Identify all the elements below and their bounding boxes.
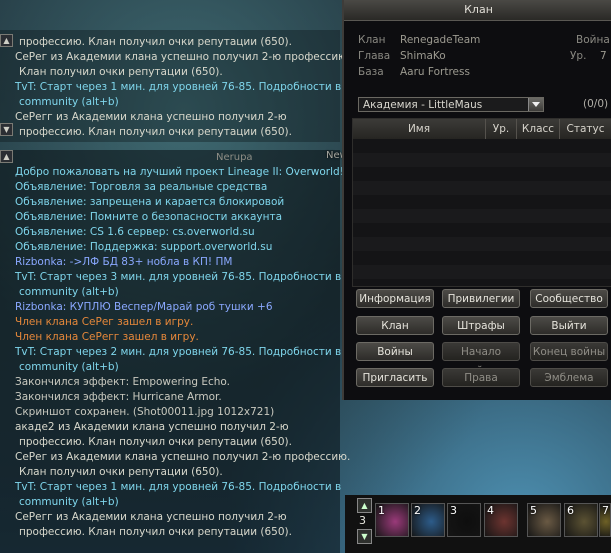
chat-line: СеРегг из Академии клана успешно получил…: [15, 511, 287, 523]
tan-skill-icon[interactable]: 5: [527, 503, 561, 537]
clan-unit-selected: Академия - LittleMaus: [363, 99, 483, 111]
chat-line: Объявление: Торговля за реальные средств…: [15, 181, 268, 193]
scroll-down-icon[interactable]: ▼: [0, 123, 13, 136]
chat-line: СеРег из Академии клана успешно получил …: [15, 451, 351, 463]
clan-window: Клан Клан RenegadeTeam Война Глава Shima…: [342, 0, 611, 400]
clan-button[interactable]: Клан: [356, 316, 434, 335]
chat-line: Клан получил очки репутации (650).: [19, 66, 223, 78]
clan-button[interactable]: Выйти: [530, 316, 608, 335]
clan-button[interactable]: Начало войны: [442, 342, 520, 377]
chat-line: Объявление: Помните о безопасности аккау…: [15, 211, 283, 223]
chat-line: TvT: Старт через 1 мин. для уровней 76-8…: [15, 481, 342, 493]
base-label: База: [358, 66, 384, 78]
chat-line: community (alt+b): [19, 96, 119, 108]
chat-line: Член клана СеРегг зашел в игру.: [15, 331, 199, 343]
chat-line: TvT: Старт через 2 мин. для уровней 76-8…: [15, 346, 342, 358]
clan-button[interactable]: Эмблема: [530, 368, 608, 387]
chat-line: профессию. Клан получил очки репутации (…: [19, 126, 292, 138]
chat-line: СеРег из Академии клана успешно получил …: [15, 51, 351, 63]
gold-skill-icon[interactable]: 7: [599, 503, 611, 537]
clan-button[interactable]: Пригласить: [356, 368, 434, 387]
table-row[interactable]: [353, 237, 611, 251]
hotbar-page-up-icon[interactable]: ▲: [357, 498, 372, 513]
scroll-up-icon[interactable]: ▲: [0, 150, 13, 163]
chat-line: профессию. Клан получил очки репутации (…: [19, 36, 292, 48]
chat-line: Клан получил очки репутации (650).: [19, 466, 223, 478]
slot-key-label: 3: [450, 504, 457, 517]
chat-line: community (alt+b): [19, 361, 119, 373]
chat-line: community (alt+b): [19, 496, 119, 508]
clan-level-label: Ур.: [570, 50, 587, 62]
clan-level-value: 7: [600, 50, 607, 62]
system-chat-lines: профессию. Клан получил очки репутации (…: [0, 35, 350, 140]
clan-button[interactable]: Войны: [356, 342, 434, 361]
table-row[interactable]: [353, 265, 611, 279]
clan-button[interactable]: Информация: [356, 289, 434, 308]
red-skill-icon[interactable]: 4: [484, 503, 518, 537]
clan-button[interactable]: Штрафы: [442, 316, 520, 335]
column-name[interactable]: Имя: [353, 119, 486, 139]
chat-line: community (alt+b): [19, 286, 119, 298]
table-row[interactable]: [353, 181, 611, 195]
chat-line: Закончился эффект: Empowering Echo.: [15, 376, 231, 388]
column-status[interactable]: Статус: [560, 119, 611, 139]
slot-key-label: 1: [378, 504, 385, 517]
chat-line: Объявление: запрещена и карается блокиро…: [15, 196, 285, 208]
leader-label: Глава: [358, 50, 391, 62]
clan-button[interactable]: Конец войны: [530, 342, 608, 361]
clan-button[interactable]: Привилегии: [442, 289, 520, 308]
chat-line: Объявление: CS 1.6 сервер: cs.overworld.…: [15, 226, 255, 238]
slot-key-label: 7: [602, 504, 609, 517]
member-count: (0/0): [583, 98, 609, 110]
pink-skill-icon[interactable]: 1: [375, 503, 409, 537]
base-value: Aaru Fortress: [400, 66, 470, 78]
chat-line: профессию. Клан получил очки репутации (…: [19, 526, 292, 538]
members-table-header: Имя Ур. Класс Статус: [353, 119, 611, 139]
slot-key-label: 5: [530, 504, 537, 517]
chat-tab[interactable]: Nerupa: [216, 152, 253, 163]
clan-button[interactable]: Сообщество: [530, 289, 608, 308]
chat-line: СеРегг из Академии клана успешно получил…: [15, 111, 287, 123]
main-chat-window: Добро пожаловать на лучший проект Lineag…: [0, 150, 350, 553]
system-chat-window: профессию. Клан получил очки репутации (…: [0, 30, 350, 142]
clan-button[interactable]: Права: [442, 368, 520, 387]
chat-line: Объявление: Поддержка: support.overworld…: [15, 241, 273, 253]
chat-line: Скриншот сохранен. (Shot00011.jpg 1012x7…: [15, 406, 275, 418]
clan-name-value: RenegadeTeam: [400, 34, 481, 46]
chat-line: Член клана СеРег зашел в игру.: [15, 316, 194, 328]
chat-line: TvT: Старт через 3 мин. для уровней 76-8…: [15, 271, 342, 283]
members-table: Имя Ур. Класс Статус: [352, 118, 611, 287]
chevron-down-icon[interactable]: [528, 98, 543, 111]
leader-value: ShimaKo: [400, 50, 446, 62]
empty-slot[interactable]: 3: [447, 503, 481, 537]
clan-window-title[interactable]: Клан: [344, 0, 611, 21]
slot-key-label: 4: [487, 504, 494, 517]
blue-skill-icon[interactable]: 2: [411, 503, 445, 537]
chat-line: Добро пожаловать на лучший проект Lineag…: [15, 166, 344, 178]
chat-line: Закончился эффект: Hurricane Armor.: [15, 391, 222, 403]
clan-name-label: Клан: [358, 34, 386, 46]
slot-key-label: 6: [567, 504, 574, 517]
chat-line: акаде2 из Академии клана успешно получил…: [15, 421, 289, 433]
hotbar-page-number: 3: [359, 514, 366, 527]
chat-line: TvT: Старт через 1 мин. для уровней 76-8…: [15, 81, 342, 93]
chat-line: профессию. Клан получил очки репутации (…: [19, 436, 292, 448]
table-row[interactable]: [353, 153, 611, 167]
war-label: Война: [576, 34, 610, 46]
main-chat-lines: Добро пожаловать на лучший проект Lineag…: [0, 165, 350, 540]
hotbar-page-down-icon[interactable]: ▼: [357, 529, 372, 544]
arrow-skill-icon[interactable]: 6: [564, 503, 598, 537]
scroll-up-icon[interactable]: ▲: [0, 34, 13, 47]
table-row[interactable]: [353, 209, 611, 223]
chat-line: Rizbonka: ->ЛФ БД 83+ нобла в КП! ПМ: [15, 256, 233, 268]
column-level[interactable]: Ур.: [486, 119, 517, 139]
chat-line: Rizbonka: КУПЛЮ Веспер/Марай роб тушки +…: [15, 301, 273, 313]
hotbar: ▲ 3 ▼ 1 2 3 4 5 6 7: [345, 495, 611, 553]
slot-key-label: 2: [414, 504, 421, 517]
clan-unit-dropdown[interactable]: Академия - LittleMaus: [358, 97, 544, 112]
column-class[interactable]: Класс: [517, 119, 560, 139]
